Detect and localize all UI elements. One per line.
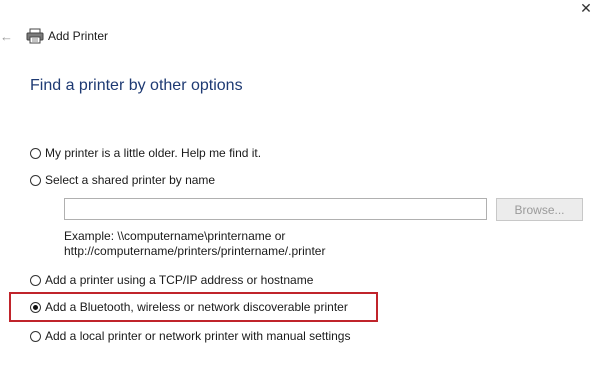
back-button[interactable]: ← [0, 28, 14, 44]
radio-bluetooth-wireless[interactable] [30, 301, 41, 313]
option-older-printer-label: My printer is a little older. Help me fi… [45, 146, 262, 160]
option-older-printer[interactable]: My printer is a little older. Help me fi… [30, 146, 261, 160]
option-shared-printer-label: Select a shared printer by name [45, 173, 216, 187]
option-tcpip-label: Add a printer using a TCP/IP address or … [45, 273, 314, 287]
browse-button[interactable]: Browse... [496, 198, 583, 221]
option-local-manual[interactable]: Add a local printer or network printer w… [30, 329, 350, 343]
close-button[interactable]: ✕ [572, 0, 600, 16]
example-text: Example: \\computername\printername or h… [64, 229, 325, 259]
radio-older-printer[interactable] [30, 147, 41, 159]
option-bluetooth-wireless-label: Add a Bluetooth, wireless or network dis… [45, 300, 348, 314]
example-line-1: Example: \\computername\printername or [64, 229, 286, 243]
example-line-2: http://computername/printers/printername… [64, 244, 326, 258]
option-tcpip[interactable]: Add a printer using a TCP/IP address or … [30, 273, 313, 287]
close-icon: ✕ [580, 0, 592, 16]
shared-printer-name-input[interactable] [64, 198, 487, 220]
radio-local-manual[interactable] [30, 330, 41, 342]
radio-tcpip[interactable] [30, 274, 41, 286]
radio-shared-printer[interactable] [30, 174, 41, 186]
window-title: Add Printer [48, 29, 109, 43]
printer-icon [26, 28, 44, 44]
option-shared-printer[interactable]: Select a shared printer by name [30, 173, 215, 187]
page-heading: Find a printer by other options [30, 77, 243, 94]
option-local-manual-label: Add a local printer or network printer w… [45, 329, 351, 343]
back-arrow-icon: ← [0, 28, 13, 44]
option-bluetooth-wireless[interactable]: Add a Bluetooth, wireless or network dis… [30, 300, 348, 314]
